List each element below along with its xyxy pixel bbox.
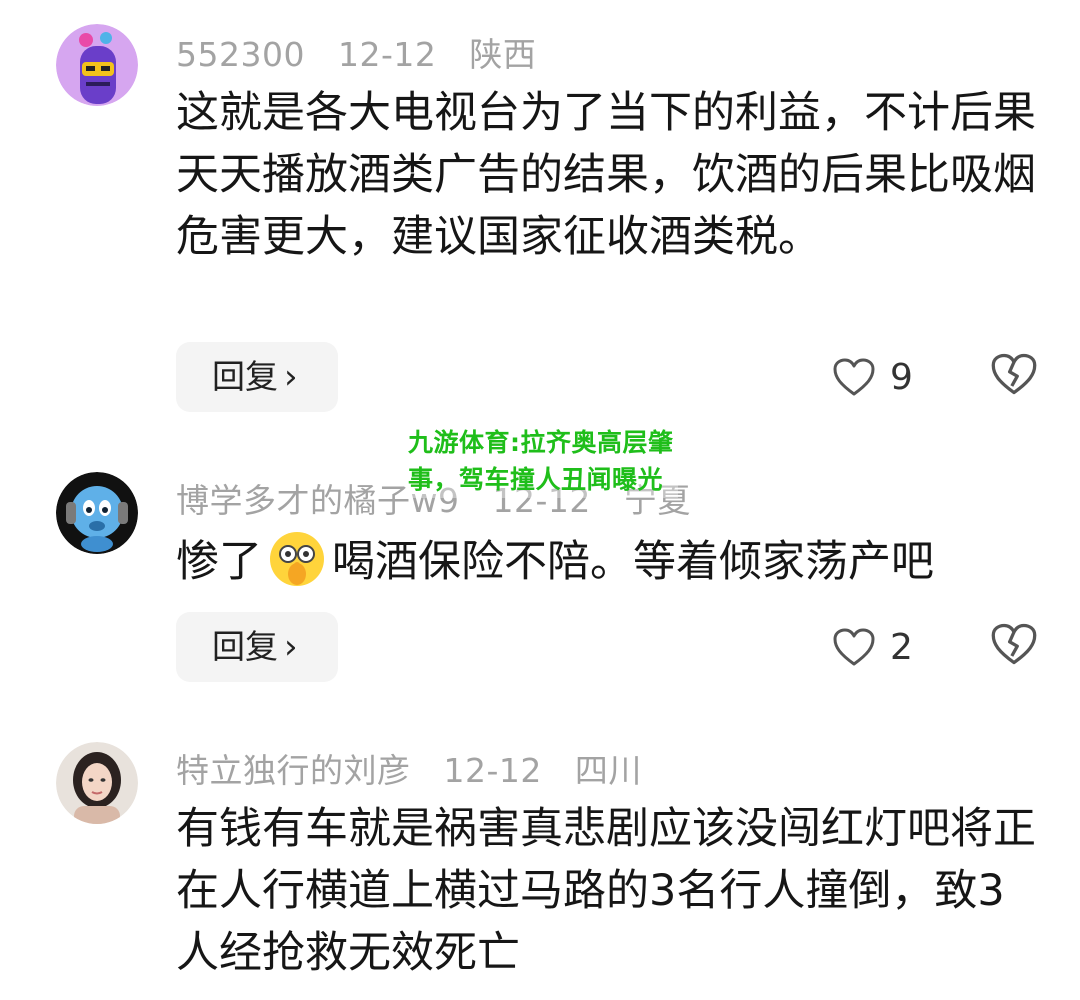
avatar[interactable] xyxy=(56,24,138,106)
heart-icon xyxy=(833,358,875,396)
like-count: 2 xyxy=(890,626,913,668)
comment-text-part: 惨了 xyxy=(176,537,262,587)
comment-location: 四川 xyxy=(574,751,642,790)
comment-meta: 特立独行的刘彦 12-12 四川 xyxy=(176,744,664,792)
reply-button[interactable]: 回复 › xyxy=(176,342,338,412)
reply-label: 回复 xyxy=(212,357,278,396)
dislike-button[interactable] xyxy=(990,352,1038,400)
dislike-button[interactable] xyxy=(990,622,1038,670)
avatar[interactable] xyxy=(56,472,138,554)
woman-photo-avatar-icon xyxy=(56,742,138,824)
chevron-right-icon: › xyxy=(284,627,298,667)
purple-cartoon-avatar-icon xyxy=(56,24,138,106)
shushing-face-emoji-icon xyxy=(268,530,326,588)
comment-date: 12-12 xyxy=(443,751,542,790)
comment-text: 有钱有车就是祸害真悲剧应该没闯红灯吧将正在人行横道上横过马路的3名行人撞倒，致3… xyxy=(176,804,1036,978)
reply-label: 回复 xyxy=(212,627,278,666)
heart-icon xyxy=(833,628,875,666)
like-button[interactable]: 2 xyxy=(832,622,913,672)
broken-heart-icon xyxy=(991,623,1037,665)
username[interactable]: 特立独行的刘彦 xyxy=(176,751,411,790)
broken-heart-icon xyxy=(991,353,1037,395)
comment-date: 12-12 xyxy=(337,35,437,74)
chevron-right-icon: › xyxy=(284,357,298,397)
comment-meta: 552300 12-12 陕西 xyxy=(176,28,558,76)
blue-headphone-avatar-icon xyxy=(56,472,138,554)
comment-text: 这就是各大电视台为了当下的利益，不计后果天天播放酒类广告的结果，饮酒的后果比吸烟… xyxy=(176,88,1036,262)
comment-location: 陕西 xyxy=(469,35,537,74)
username[interactable]: 552300 xyxy=(176,35,305,74)
watermark-overlay: 九游体育:拉齐奥高层肇事，驾车撞人丑闻曝光 xyxy=(408,424,678,498)
comment-text-part: 喝酒保险不陪。等着倾家荡产吧 xyxy=(332,537,934,587)
reply-button[interactable]: 回复 › xyxy=(176,612,338,682)
comment-text: 惨了 喝酒保险不陪。等着倾家荡产吧 xyxy=(176,530,1036,593)
like-count: 9 xyxy=(890,356,913,398)
like-button[interactable]: 9 xyxy=(832,352,913,402)
avatar[interactable] xyxy=(56,742,138,824)
